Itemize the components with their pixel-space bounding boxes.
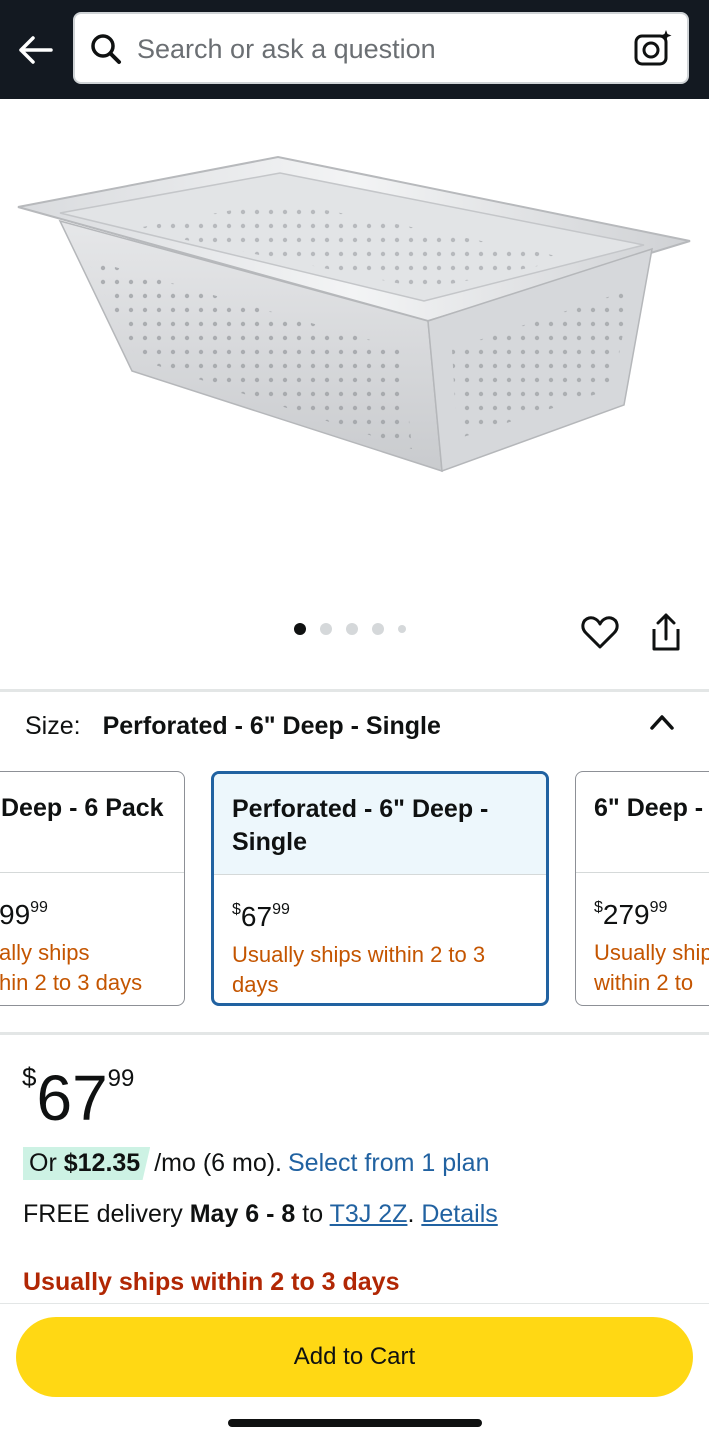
size-selector-header: Size: Perforated - 6" Deep - Single (25, 712, 441, 741)
bottom-action-bar: Add to Cart (0, 1303, 709, 1440)
variant-option-selected[interactable]: Perforated - 6" Deep - Single $6799 Usua… (211, 771, 549, 1006)
delivery-dates: May 6 - 8 (189, 1200, 296, 1228)
product-image[interactable] (12, 149, 696, 489)
size-selected-value: Perforated - 6" Deep - Single (102, 712, 441, 740)
add-to-cart-button[interactable]: Add to Cart (16, 1317, 693, 1397)
product-price: $6799 (22, 1062, 135, 1134)
camera-search-icon[interactable] (633, 28, 673, 68)
delivery-info: FREE delivery May 6 - 8 to T3J 2Z. Detai… (23, 1200, 498, 1228)
plan-suffix: /mo (6 mo). (154, 1149, 282, 1177)
top-header (0, 0, 709, 99)
gallery-dot-active[interactable] (294, 623, 306, 635)
gallery-dot[interactable] (372, 623, 384, 635)
variant-title: Perforated - 6" Deep - Single (214, 774, 546, 875)
postal-code-link[interactable]: T3J 2Z (330, 1200, 408, 1228)
variant-price: $27999 (594, 899, 668, 930)
availability-status: Usually ships within 2 to 3 days (23, 1268, 400, 1296)
search-bar[interactable] (73, 12, 689, 84)
search-icon (91, 34, 121, 64)
plan-badge: Or $12.35 (23, 1147, 151, 1180)
size-variant-carousel[interactable]: Deep - 6 Pack 9999 ally ships hin 2 to 3… (0, 770, 709, 1008)
gallery-dot[interactable] (346, 623, 358, 635)
section-divider (0, 1032, 709, 1035)
variant-option[interactable]: Deep - 6 Pack 9999 ally ships hin 2 to 3… (0, 771, 185, 1006)
gallery-dot[interactable] (320, 623, 332, 635)
product-image-gallery[interactable] (0, 99, 709, 689)
chevron-up-icon[interactable] (646, 708, 678, 736)
size-label: Size: (25, 712, 81, 740)
heart-icon[interactable] (580, 613, 620, 653)
home-indicator[interactable] (228, 1419, 482, 1427)
delivery-details-link[interactable]: Details (421, 1200, 497, 1228)
variant-price: $6799 (232, 901, 290, 932)
variant-shipping: ally ships hin 2 to 3 days (0, 940, 143, 995)
variant-shipping: Usually ship within 2 to (594, 940, 709, 995)
installment-plan: Or $12.35 /mo (6 mo). Select from 1 plan (23, 1147, 490, 1180)
variant-title: Deep - 6 Pack (0, 772, 184, 873)
variant-shipping: Usually ships within 2 to 3 days (232, 942, 486, 997)
variant-option[interactable]: 6" Deep - $27999 Usually ship within 2 t… (575, 771, 709, 1006)
variant-title: 6" Deep - (576, 772, 709, 873)
section-divider (0, 689, 709, 692)
back-arrow-icon[interactable] (16, 30, 56, 70)
gallery-dot[interactable] (398, 625, 406, 633)
variant-price: 9999 (0, 899, 48, 930)
search-input[interactable] (137, 27, 617, 71)
gallery-pagination-dots[interactable] (294, 623, 420, 635)
select-plan-link[interactable]: Select from 1 plan (288, 1149, 490, 1178)
share-icon[interactable] (646, 611, 686, 653)
